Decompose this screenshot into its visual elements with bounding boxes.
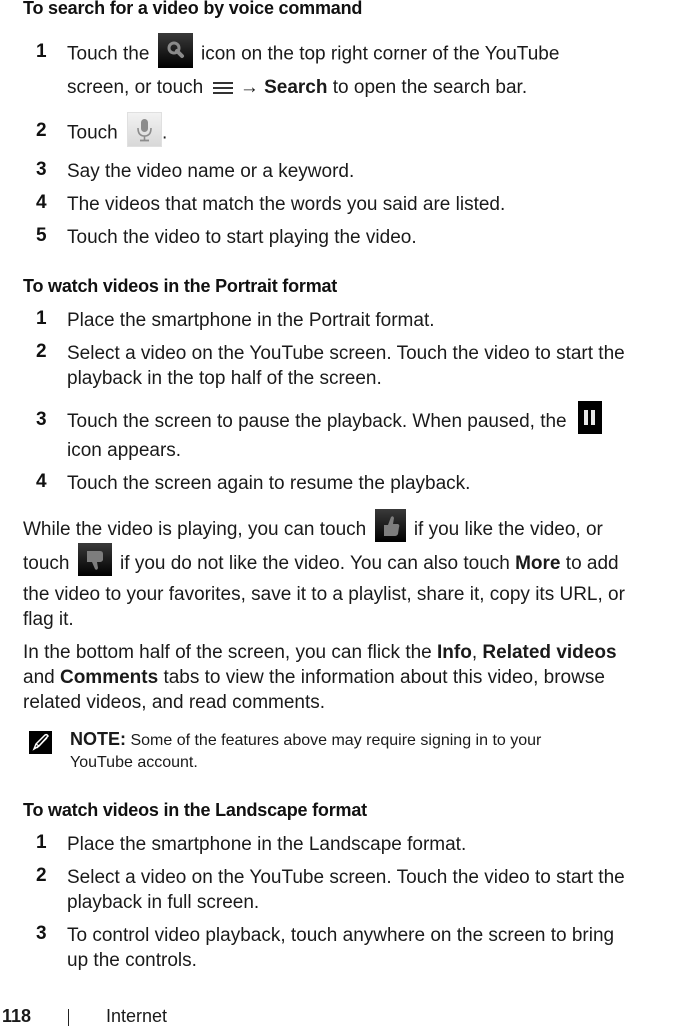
step-text-part: icon on the top right corner of the YouT… <box>200 43 560 65</box>
step-text: The videos that match the words you said… <box>67 194 506 215</box>
step-number: 3 <box>36 409 47 430</box>
step-text-continued: screen, or touch → Search to open the se… <box>67 75 684 100</box>
step-number: 4 <box>36 192 47 213</box>
text-part: and <box>23 667 55 688</box>
step-number: 4 <box>36 471 47 492</box>
text-part: While the video is playing, you can touc… <box>23 519 367 540</box>
text-part: In the bottom half of the screen, you ca… <box>23 642 432 663</box>
thumbs-up-icon <box>374 509 406 543</box>
step-number: 5 <box>36 225 47 246</box>
text-part: tabs to view the information about this … <box>163 667 605 688</box>
paragraph-line: While the video is playing, you can touc… <box>23 509 603 543</box>
step-text: Touch the screen again to resume the pla… <box>67 473 471 494</box>
step-number: 1 <box>36 308 47 329</box>
pause-icon <box>577 401 602 435</box>
text-part: , <box>471 642 478 663</box>
step-text-continued: icon appears. <box>67 440 182 461</box>
step-number: 3 <box>36 159 47 180</box>
step-text: To control video playback, touch anywher… <box>67 925 615 946</box>
info-tab-label: Info <box>437 642 472 663</box>
step-number: 1 <box>36 41 47 62</box>
step-text-part: Touch the <box>67 43 150 65</box>
menu-item-search-label: Search <box>264 77 328 98</box>
arrow-icon: → <box>239 77 259 98</box>
text-part: if you like the video, or <box>413 519 603 540</box>
step-text: Select a video on the YouTube screen. To… <box>67 867 625 888</box>
search-icon <box>157 33 193 68</box>
step-number: 2 <box>36 865 47 886</box>
step-text: Place the smartphone in the Landscape fo… <box>67 834 467 855</box>
step-text: Touch the video to start playing the vid… <box>67 227 417 248</box>
footer-divider <box>68 1009 69 1026</box>
text-part: to add <box>565 553 619 574</box>
step-text-part: screen, or touch <box>67 77 204 98</box>
menu-icon <box>212 78 233 95</box>
related-videos-tab-label: Related videos <box>482 642 617 663</box>
note-pencil-icon <box>29 731 52 754</box>
step-text-continued: playback in the top half of the screen. <box>67 368 382 389</box>
step-text: Touch . <box>67 112 684 147</box>
microphone-icon <box>126 112 162 147</box>
step-text-part: Touch the screen to pause the playback. … <box>67 411 567 432</box>
step-text-continued: playback in full screen. <box>67 892 260 913</box>
step-number: 1 <box>36 832 47 853</box>
text-part: if you do not like the video. You can al… <box>120 553 510 574</box>
note-text: Some of the features above may require s… <box>130 732 542 749</box>
step-number: 3 <box>36 923 47 944</box>
paragraph-line: In the bottom half of the screen, you ca… <box>23 640 617 665</box>
step-text-part: Touch <box>67 122 118 144</box>
section-heading-voice-search: To search for a video by voice command <box>23 0 363 18</box>
paragraph-line: related videos, and read comments. <box>23 692 326 713</box>
text-part: touch <box>23 553 70 574</box>
step-text: Touch the screen to pause the playback. … <box>67 401 684 435</box>
thumbs-down-icon <box>77 543 112 577</box>
note-line: YouTube account. <box>70 754 198 771</box>
note-line: NOTE: Some of the features above may req… <box>70 727 541 753</box>
more-label: More <box>515 553 561 574</box>
note-label: NOTE: <box>70 729 126 749</box>
paragraph-line: flag it. <box>23 609 74 630</box>
paragraph-line: and Comments tabs to view the informatio… <box>23 665 605 690</box>
paragraph-line: touch if you do not like the video. You … <box>23 543 619 577</box>
section-heading-landscape: To watch videos in the Landscape format <box>23 800 367 820</box>
step-text: Touch the icon on the top right corner o… <box>67 33 684 68</box>
step-text: Place the smartphone in the Portrait for… <box>67 310 435 331</box>
comments-tab-label: Comments <box>59 667 159 688</box>
section-heading-portrait: To watch videos in the Portrait format <box>23 276 338 296</box>
step-number: 2 <box>36 341 47 362</box>
step-text: Select a video on the YouTube screen. To… <box>67 343 625 364</box>
page-number: 118 <box>2 1006 32 1026</box>
step-text: Say the video name or a keyword. <box>67 161 355 182</box>
step-number: 2 <box>36 120 47 141</box>
footer-section-label: Internet <box>106 1006 168 1026</box>
step-text-part: to open the search bar. <box>332 77 528 98</box>
step-text-part: . <box>161 122 168 144</box>
paragraph-line: the video to your favorites, save it to … <box>23 584 625 605</box>
step-text-continued: up the controls. <box>67 950 197 971</box>
